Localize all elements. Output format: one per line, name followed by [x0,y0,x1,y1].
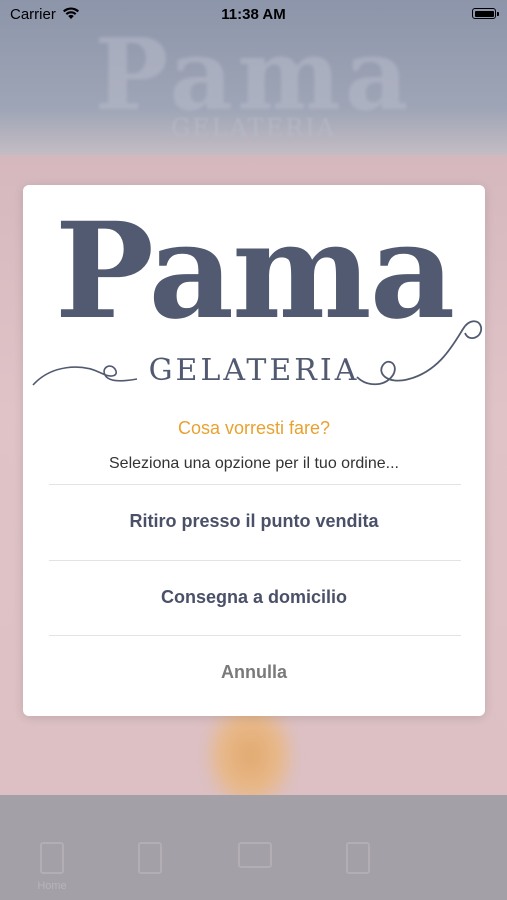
tab-home[interactable]: Home [12,842,92,892]
tab-4-icon [346,842,370,874]
pickup-option-button[interactable]: Ritiro presso il punto vendita [23,511,485,532]
dialog-question: Cosa vorresti fare? [177,418,331,438]
dialog-hint: Seleziona una opzione per il tuo ordine.… [109,455,399,472]
delivery-option-button[interactable]: Consegna a domicilio [23,587,485,608]
dialog-logo-subtitle: GELATERIA [148,353,360,388]
home-tab-icon [40,842,64,874]
cancel-button[interactable]: Annulla [23,662,485,683]
clock: 11:38 AM [221,6,286,23]
background-ice-cream-image [205,700,295,810]
status-bar: Carrier 11:38 AM [0,0,507,30]
background-logo-subtitle: GELATERIA [170,114,337,142]
tab-4[interactable] [318,842,398,874]
order-option-dialog: Pama GELATERIA Cosa vorresti fare? Selez… [23,185,485,716]
separator [49,635,461,636]
tab-2-icon [138,842,162,874]
separator [49,560,461,561]
tab-3[interactable] [215,842,295,868]
separator [49,484,461,485]
tab-3-icon [238,842,272,868]
battery-icon [472,8,499,19]
tab-2[interactable] [110,842,190,874]
tab-home-label: Home [37,880,67,892]
